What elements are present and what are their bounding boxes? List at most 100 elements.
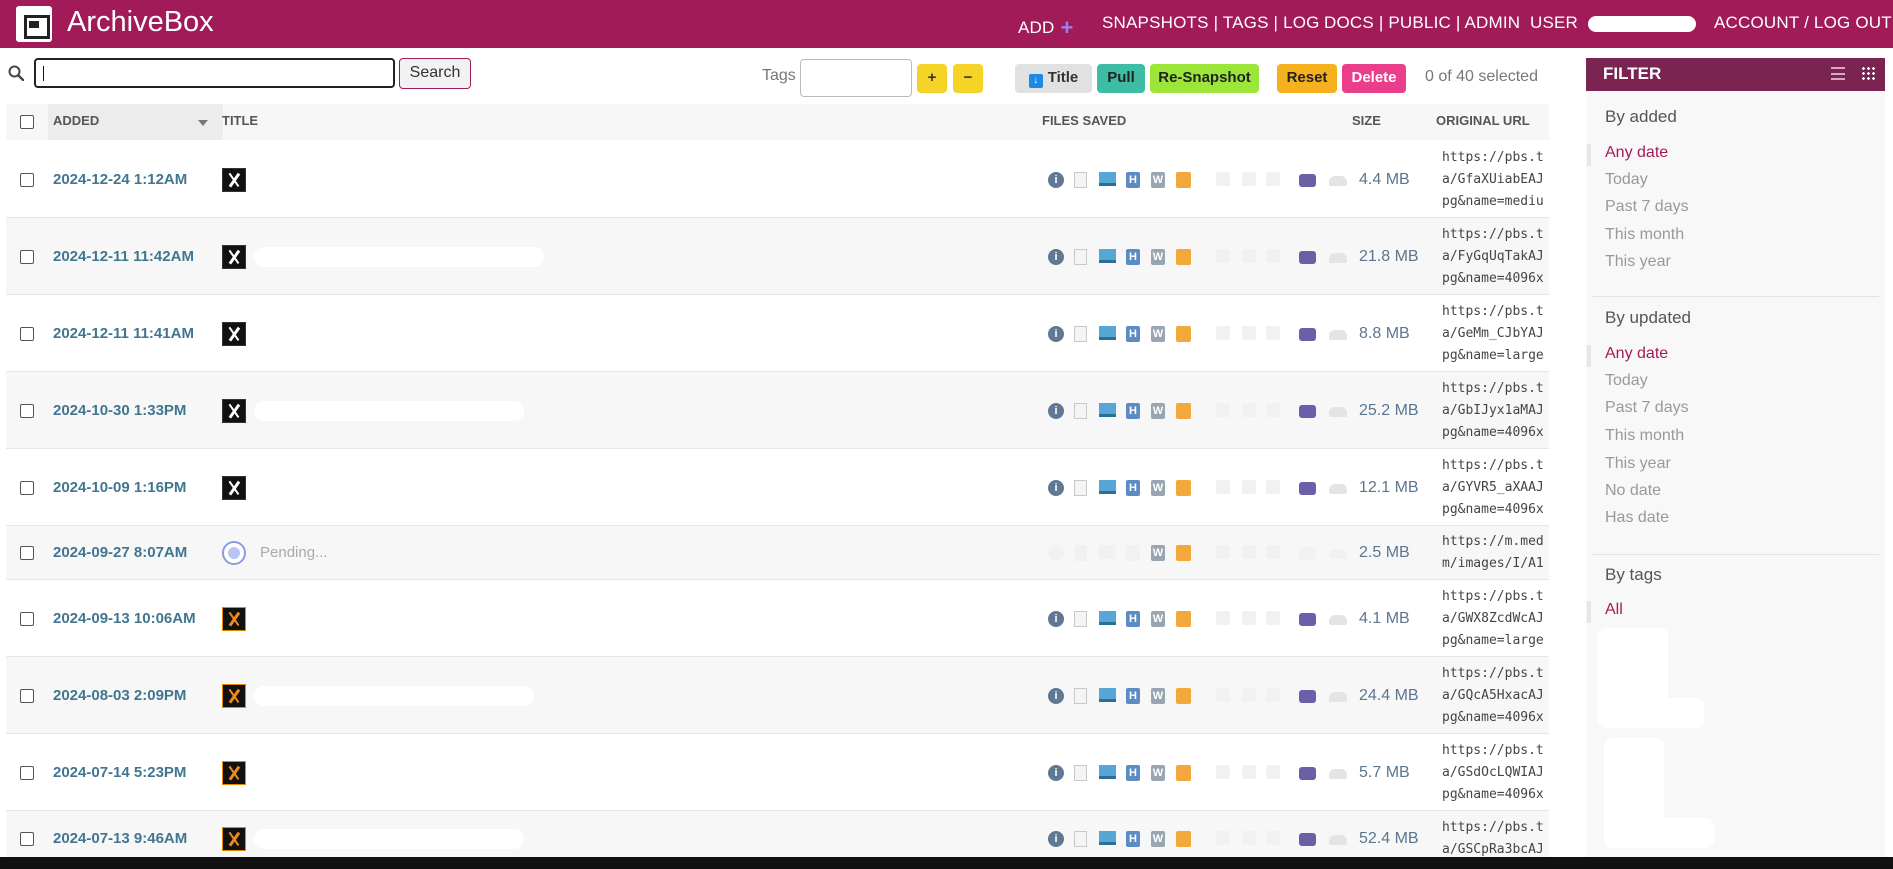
media-icon[interactable] <box>1299 833 1316 846</box>
archive-box-icon[interactable] <box>1176 403 1191 419</box>
archive-org-icon[interactable] <box>1329 176 1347 186</box>
info-icon[interactable]: i <box>1048 326 1064 342</box>
filter-added-today[interactable]: Today <box>1605 171 1648 189</box>
filter-updated-past-7-days[interactable]: Past 7 days <box>1605 399 1689 417</box>
snapshot-size[interactable]: 4.1 MB <box>1359 610 1410 628</box>
snapshot-size[interactable]: 12.1 MB <box>1359 479 1419 497</box>
table-row[interactable]: 2024-10-30 1:33PM i H W 25.2 MB https://pbs.t… <box>6 372 1549 449</box>
archivebox-logo-icon[interactable] <box>16 6 52 42</box>
media-icon[interactable] <box>1299 328 1316 341</box>
snapshot-size[interactable]: 24.4 MB <box>1359 687 1419 705</box>
media-icon[interactable] <box>1299 767 1316 780</box>
archive-box-icon[interactable] <box>1176 611 1191 627</box>
archive-org-icon[interactable] <box>1329 330 1347 340</box>
added-date-link[interactable]: 2024-07-13 9:46AM <box>53 830 187 847</box>
wget-icon[interactable]: W <box>1151 249 1165 265</box>
html-icon[interactable]: H <box>1126 611 1140 627</box>
wget-icon[interactable]: W <box>1151 326 1165 342</box>
added-date-link[interactable]: 2024-12-11 11:41AM <box>53 325 194 342</box>
reset-button[interactable]: Reset <box>1277 64 1337 93</box>
info-icon[interactable]: i <box>1048 172 1064 188</box>
html-icon[interactable]: H <box>1126 326 1140 342</box>
row-checkbox[interactable] <box>20 612 34 626</box>
row-checkbox[interactable] <box>20 250 34 264</box>
media-icon[interactable] <box>1299 613 1316 626</box>
document-icon[interactable] <box>1074 688 1087 704</box>
list-view-icon[interactable] <box>1831 67 1845 80</box>
snapshot-size[interactable]: 52.4 MB <box>1359 830 1419 848</box>
filter-tags-all[interactable]: All <box>1605 601 1623 619</box>
select-all-checkbox[interactable] <box>20 115 34 129</box>
html-icon[interactable]: H <box>1126 403 1140 419</box>
document-icon[interactable] <box>1074 249 1087 265</box>
original-url-link[interactable]: https://pbs.t a/GeMm_CJbYAJ pg&name=larg… <box>1442 301 1556 367</box>
media-icon[interactable] <box>1299 174 1316 187</box>
media-icon[interactable] <box>1299 482 1316 495</box>
info-icon[interactable]: i <box>1048 831 1064 847</box>
screenshot-icon[interactable] <box>1099 172 1116 186</box>
grid-view-icon[interactable] <box>1861 66 1876 81</box>
row-checkbox[interactable] <box>20 404 34 418</box>
info-icon[interactable]: i <box>1048 480 1064 496</box>
original-url-link[interactable]: https://pbs.t a/GbIJyx1aMAJ pg&name=4096… <box>1442 378 1556 444</box>
row-checkbox[interactable] <box>20 689 34 703</box>
archive-box-icon[interactable] <box>1176 545 1191 561</box>
filter-updated-this-year[interactable]: This year <box>1605 455 1671 473</box>
info-icon[interactable]: i <box>1048 611 1064 627</box>
original-url-link[interactable]: https://pbs.t a/GSdOcLQWIAJ pg&name=4096… <box>1442 740 1556 806</box>
snapshot-size[interactable]: 25.2 MB <box>1359 402 1419 420</box>
archive-org-icon[interactable] <box>1329 835 1347 845</box>
table-row[interactable]: 2024-12-11 11:41AM i H W 8.8 MB https://pbs.t… <box>6 295 1549 372</box>
pull-button[interactable]: Pull <box>1097 64 1145 93</box>
archive-box-icon[interactable] <box>1176 688 1191 704</box>
archive-org-icon[interactable] <box>1329 407 1347 417</box>
added-date-link[interactable]: 2024-10-09 1:16PM <box>53 479 186 496</box>
screenshot-icon[interactable] <box>1099 831 1116 845</box>
screenshot-icon[interactable] <box>1099 326 1116 340</box>
wget-icon[interactable]: W <box>1151 688 1165 704</box>
info-icon[interactable]: i <box>1048 403 1064 419</box>
original-url-link[interactable]: https://pbs.t a/GYVR5_aXAAJ pg&name=4096… <box>1442 455 1556 521</box>
remove-tag-button[interactable]: − <box>953 64 983 93</box>
table-row[interactable]: 2024-09-13 10:06AM i H W 4.1 MB https://pbs.t… <box>6 580 1549 657</box>
delete-button[interactable]: Delete <box>1342 64 1406 93</box>
row-checkbox[interactable] <box>20 327 34 341</box>
filter-added-any-date[interactable]: Any date <box>1605 144 1668 162</box>
html-icon[interactable]: H <box>1126 688 1140 704</box>
info-icon[interactable]: i <box>1048 545 1064 561</box>
archive-box-icon[interactable] <box>1176 765 1191 781</box>
document-icon[interactable] <box>1074 403 1087 419</box>
added-date-link[interactable]: 2024-09-27 8:07AM <box>53 544 187 561</box>
column-header-original-url[interactable]: ORIGINAL URL <box>1436 113 1530 128</box>
column-header-title[interactable]: TITLE <box>222 113 258 128</box>
original-url-link[interactable]: https://m.med m/images/I/A1 <box>1442 531 1556 575</box>
row-checkbox[interactable] <box>20 766 34 780</box>
filter-updated-no-date[interactable]: No date <box>1605 482 1661 500</box>
added-date-link[interactable]: 2024-07-14 5:23PM <box>53 764 186 781</box>
added-date-link[interactable]: 2024-09-13 10:06AM <box>53 610 196 627</box>
snapshot-title[interactable]: Pending... <box>260 544 328 561</box>
filter-added-this-year[interactable]: This year <box>1605 253 1671 271</box>
column-header-size[interactable]: SIZE <box>1352 113 1381 128</box>
archive-org-icon[interactable] <box>1329 484 1347 494</box>
html-icon[interactable]: H <box>1126 765 1140 781</box>
html-icon[interactable]: H <box>1126 172 1140 188</box>
added-date-link[interactable]: 2024-10-30 1:33PM <box>53 402 186 419</box>
add-tag-button[interactable]: + <box>917 64 947 93</box>
table-row[interactable]: 2024-12-11 11:42AM i H W 21.8 MB https://pbs.… <box>6 218 1549 295</box>
tags-input[interactable] <box>800 59 912 97</box>
table-row[interactable]: 2024-12-24 1:12AM i H W 4.4 MB https://pbs.t … <box>6 141 1549 218</box>
table-row[interactable]: 2024-09-27 8:07AM Pending... i H W 2.5 MB http… <box>6 526 1549 580</box>
search-button[interactable]: Search <box>399 58 471 89</box>
filter-updated-has-date[interactable]: Has date <box>1605 509 1669 527</box>
snapshot-size[interactable]: 2.5 MB <box>1359 544 1410 562</box>
archive-org-icon[interactable] <box>1329 615 1347 625</box>
html-icon[interactable]: H <box>1126 545 1140 561</box>
original-url-link[interactable]: https://pbs.t a/FyGqUqTakAJ pg&name=4096… <box>1442 224 1556 290</box>
wget-icon[interactable]: W <box>1151 765 1165 781</box>
html-icon[interactable]: H <box>1126 831 1140 847</box>
snapshot-size[interactable]: 4.4 MB <box>1359 171 1410 189</box>
document-icon[interactable] <box>1074 831 1087 847</box>
archive-org-icon[interactable] <box>1329 692 1347 702</box>
info-icon[interactable]: i <box>1048 688 1064 704</box>
